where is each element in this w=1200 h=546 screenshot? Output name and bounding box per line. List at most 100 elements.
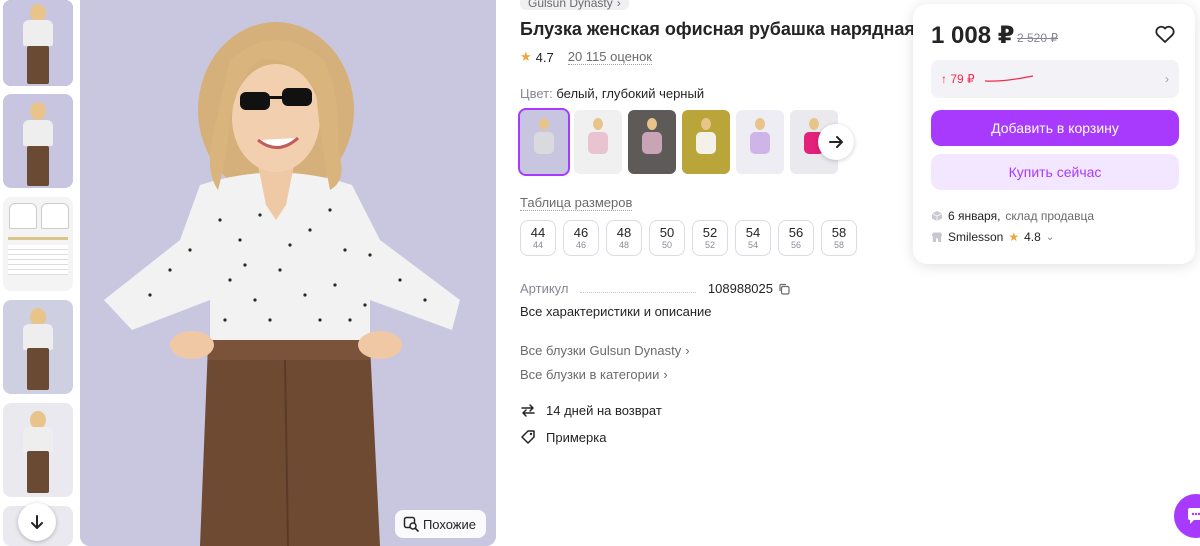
color-label: Цвет: белый, глубокий черный (520, 86, 704, 101)
similar-products-label: Похожие (422, 516, 476, 532)
swatch-model-head (647, 118, 657, 130)
price-trend-line (984, 75, 1033, 82)
chat-bubble-icon (1188, 508, 1200, 524)
size-ru: 54 (745, 224, 761, 240)
article-value: 108988025 (707, 281, 773, 296)
size-option[interactable]: 58 58 (821, 220, 857, 256)
swatch-model-head (809, 118, 819, 130)
buy-now-button[interactable]: Купить сейчас (931, 154, 1179, 190)
swatch-garment (534, 132, 554, 154)
delivery-info: 6 января, склад продавца (931, 209, 1094, 223)
size-eu: 54 (747, 239, 758, 250)
swatch-garment (750, 132, 770, 154)
add-to-cart-button[interactable]: Добавить в корзину (931, 110, 1179, 146)
return-arrows-icon (521, 404, 535, 417)
color-label-prefix: Цвет: (520, 86, 553, 101)
color-swatch[interactable] (574, 110, 622, 174)
size-option[interactable]: 54 54 (735, 220, 771, 256)
color-swatch[interactable] (628, 110, 676, 174)
price-history-row[interactable]: ↑ 79 ₽ › (931, 60, 1179, 98)
size-option[interactable]: 56 56 (778, 220, 814, 256)
return-policy: 14 дней на возврат (520, 402, 662, 418)
star-icon: ★ (520, 49, 532, 64)
size-ru: 52 (702, 224, 718, 240)
size-option[interactable]: 50 50 (649, 220, 685, 256)
current-price: 1 008 ₽ (931, 22, 1015, 49)
swatch-garment (696, 132, 716, 154)
shop-icon (932, 232, 942, 242)
purchase-card: 1 008 ₽ 2 520 ₽ ↑ 79 ₽ › Добавить в корз… (913, 4, 1195, 264)
box-icon (931, 211, 943, 221)
seller-name: Smilesson (948, 230, 1004, 244)
category-link[interactable]: Все блузки в категории › (520, 367, 668, 382)
color-swatch[interactable] (518, 108, 570, 176)
thumbnail-3-size-chart[interactable] (3, 197, 73, 291)
delivery-date: 6 января, (948, 209, 1001, 223)
brand-name: Gulsun Dynasty (528, 0, 613, 10)
brand-category-link[interactable]: Все блузки Gulsun Dynasty › (520, 343, 690, 358)
arrow-down-icon (31, 515, 43, 529)
fitting-info: Примерка (520, 429, 606, 445)
similar-products-button[interactable]: Похожие (394, 510, 486, 538)
seller-info[interactable]: Smilesson ★ 4.8 ⌄ (931, 230, 1054, 244)
category-label: Все блузки в категории (520, 367, 660, 382)
return-text: 14 дней на возврат (546, 402, 662, 418)
heart-icon[interactable] (1153, 22, 1177, 46)
article-row: Артикул 108988025 (520, 281, 790, 296)
article-label: Артикул (520, 281, 569, 296)
size-ru: 48 (616, 224, 632, 240)
color-swatch[interactable] (736, 110, 784, 174)
chevron-right-icon: › (616, 0, 621, 10)
rating-value: 4.7 (535, 49, 554, 65)
main-product-image[interactable]: Похожие (80, 0, 496, 546)
size-table-link[interactable]: Таблица размеров (520, 195, 633, 211)
chevron-right-icon: › (685, 343, 690, 358)
brand-link[interactable]: Gulsun Dynasty › (520, 0, 629, 10)
thumbnail-strip (0, 0, 76, 546)
delivery-source: склад продавца (1005, 209, 1094, 223)
thumbnail-1[interactable] (3, 0, 73, 86)
size-option[interactable]: 44 44 (520, 220, 556, 256)
reviews-link[interactable]: 20 115 оценок (567, 49, 652, 65)
size-ru: 58 (831, 224, 847, 240)
chevron-right-icon: › (663, 367, 668, 382)
size-eu: 48 (618, 239, 629, 250)
product-title: Блузка женская офисная рубашка нарядная (520, 19, 915, 39)
size-option[interactable]: 46 46 (563, 220, 599, 256)
size-eu: 44 (532, 239, 543, 250)
swatch-model-head (701, 118, 711, 130)
fitting-text: Примерка (546, 429, 607, 445)
size-eu: 46 (575, 239, 586, 250)
product-rating: ★ 4.7 20 115 оценок (520, 49, 652, 65)
price-increase: ↑ 79 ₽ (941, 72, 975, 86)
image-search-icon (403, 516, 419, 532)
swatch-garment (642, 132, 662, 154)
size-eu: 56 (790, 239, 801, 250)
swatch-model-head (539, 118, 549, 130)
thumbnail-5[interactable] (3, 403, 73, 497)
chevron-down-icon: ⌄ (1045, 231, 1055, 243)
size-ru: 46 (573, 224, 589, 240)
size-option[interactable]: 52 52 (692, 220, 728, 256)
all-characteristics-link[interactable]: Все характеристики и описание (520, 304, 712, 319)
thumbnail-2[interactable] (3, 94, 73, 188)
thumbnail-4[interactable] (3, 300, 73, 394)
size-eu: 50 (661, 239, 672, 250)
size-ru: 50 (659, 224, 675, 240)
arrow-right-icon (829, 136, 843, 148)
swatches-next-button[interactable] (818, 124, 854, 160)
size-ru: 44 (530, 224, 546, 240)
size-eu: 52 (704, 239, 715, 250)
copy-icon[interactable] (778, 283, 790, 295)
chat-button[interactable] (1174, 494, 1200, 538)
thumbnails-scroll-down-button[interactable] (18, 503, 56, 541)
color-swatch[interactable] (682, 110, 730, 174)
swatch-model-head (755, 118, 765, 130)
star-icon: ★ (1008, 230, 1020, 244)
size-eu: 58 (833, 239, 844, 250)
chevron-right-icon: › (1165, 72, 1169, 86)
size-option[interactable]: 48 48 (606, 220, 642, 256)
size-selector: 44 44 46 46 48 48 50 50 52 52 54 54 56 56 58 58 (520, 220, 857, 256)
article-dots (580, 284, 696, 293)
tag-icon (521, 430, 535, 444)
